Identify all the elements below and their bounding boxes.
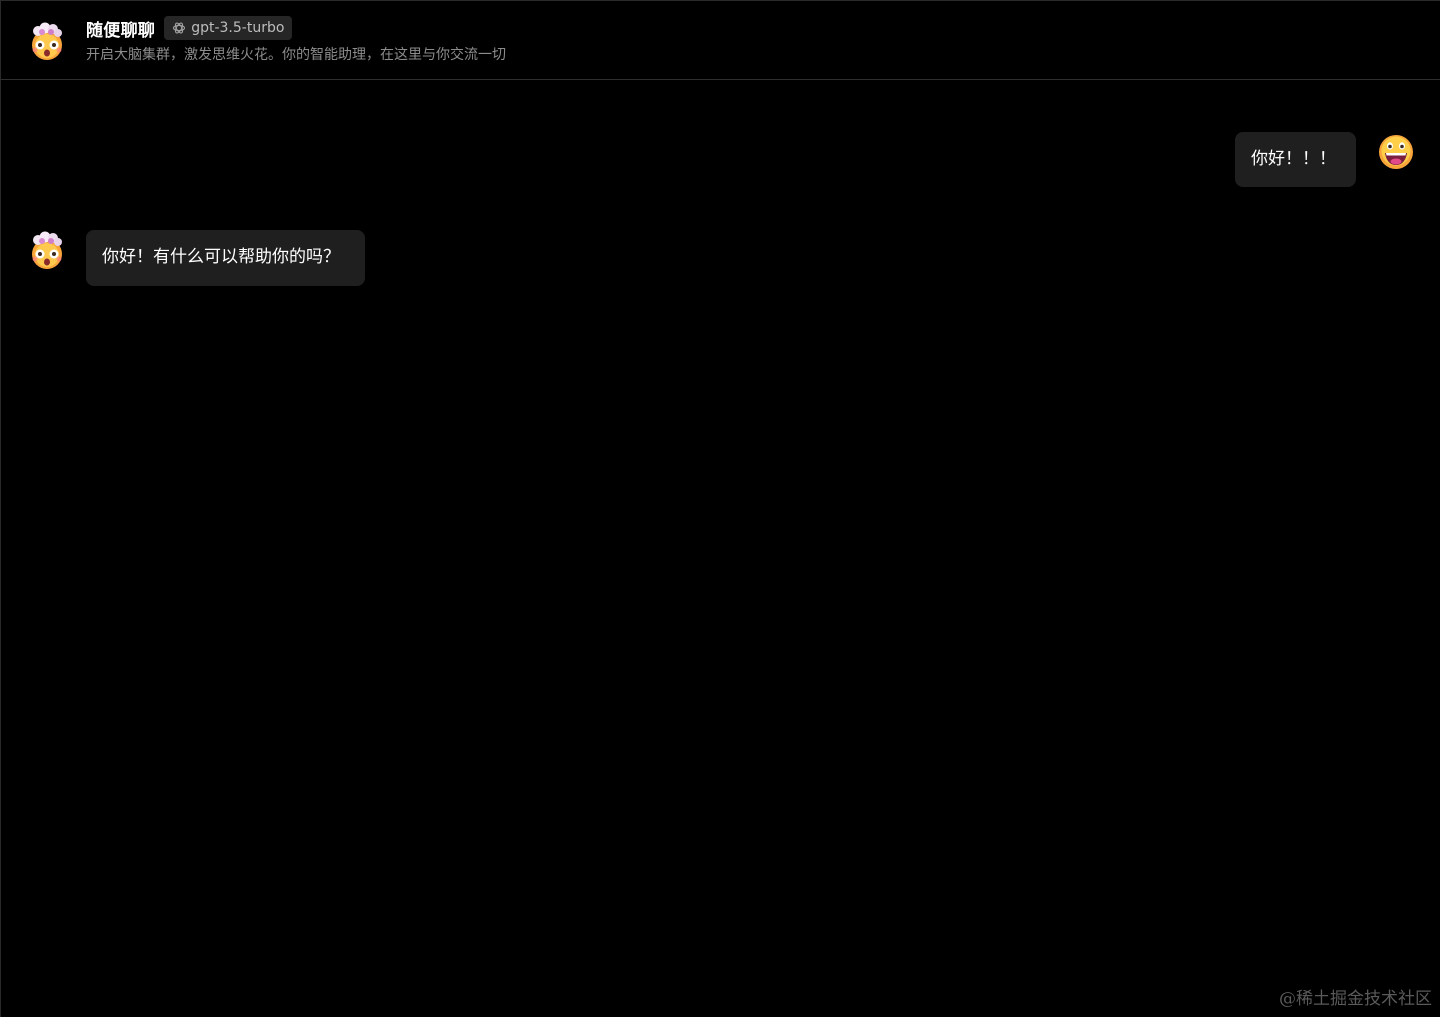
chat-app: 随便聊聊 gpt-3.5-turbo 开启大脑集群，激发思维火花。你的智能助理，… <box>0 0 1440 1017</box>
user-message-bubble[interactable]: 你好！！！ <box>1235 132 1356 187</box>
assistant-message-bubble[interactable]: 你好！有什么可以帮助你的吗？ <box>86 230 365 286</box>
model-tag[interactable]: gpt-3.5-turbo <box>164 16 293 40</box>
assistant-message: 你好！有什么可以帮助你的吗？ <box>27 230 365 286</box>
chat-title: 随便聊聊 <box>86 20 156 41</box>
chat-header: 随便聊聊 gpt-3.5-turbo 开启大脑集群，激发思维火花。你的智能助理，… <box>1 1 1440 80</box>
mind-blown-emoji-icon <box>27 21 67 61</box>
user-message: 你好！！！ <box>1235 132 1416 187</box>
header-title-row: 随便聊聊 gpt-3.5-turbo <box>86 15 293 41</box>
model-name: gpt-3.5-turbo <box>191 20 285 36</box>
chat-description: 开启大脑集群，激发思维火花。你的智能助理，在这里与你交流一切 <box>86 47 506 63</box>
openai-logo-icon <box>173 22 186 34</box>
mind-blown-emoji-icon <box>27 230 67 270</box>
watermark: @稀土掘金技术社区 <box>1279 989 1432 1009</box>
grinning-face-emoji-icon <box>1376 132 1416 172</box>
